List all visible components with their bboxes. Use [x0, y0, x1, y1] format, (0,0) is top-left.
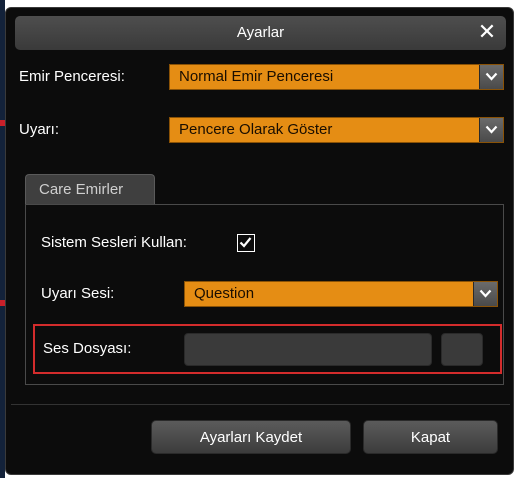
system-sounds-checkbox[interactable]: [237, 234, 255, 252]
screen: Ayarlar ✕ Emir Penceresi: Normal Emir Pe…: [0, 0, 521, 478]
save-settings-button[interactable]: Ayarları Kaydet: [151, 420, 351, 454]
warning-select[interactable]: Pencere Olarak Göster: [169, 117, 504, 143]
checkmark-icon: [239, 237, 252, 248]
chevron-down-icon[interactable]: [479, 65, 503, 89]
footer-divider: [11, 404, 510, 405]
title-bar[interactable]: Ayarlar ✕: [15, 16, 506, 50]
chevron-down-icon[interactable]: [473, 282, 497, 306]
dialog-title: Ayarlar: [236, 24, 285, 41]
warning-label: Uyarı:: [19, 121, 60, 138]
browse-file-button[interactable]: [441, 333, 483, 366]
close-icon[interactable]: ✕: [474, 20, 500, 46]
system-sounds-label: Sistem Sesleri Kullan:: [41, 234, 187, 251]
chevron-down-icon[interactable]: [479, 118, 503, 142]
order-window-selected-value: Normal Emir Penceresi: [179, 68, 334, 85]
order-window-select[interactable]: Normal Emir Penceresi: [169, 64, 504, 90]
tab-care-orders[interactable]: Care Emirler: [25, 174, 155, 205]
warning-selected-value: Pencere Olarak Göster: [179, 121, 333, 138]
warning-sound-selected-value: Question: [194, 285, 255, 302]
warning-sound-label: Uyarı Sesi:: [41, 285, 115, 302]
settings-dialog: Ayarlar ✕ Emir Penceresi: Normal Emir Pe…: [5, 7, 514, 475]
close-button[interactable]: Kapat: [363, 420, 498, 454]
sound-file-input[interactable]: [184, 333, 432, 366]
warning-sound-select[interactable]: Question: [184, 281, 498, 307]
tab-care-orders-label: Care Emirler: [39, 181, 124, 198]
sound-file-label: Ses Dosyası:: [43, 340, 132, 357]
order-window-label: Emir Penceresi:: [19, 68, 125, 85]
